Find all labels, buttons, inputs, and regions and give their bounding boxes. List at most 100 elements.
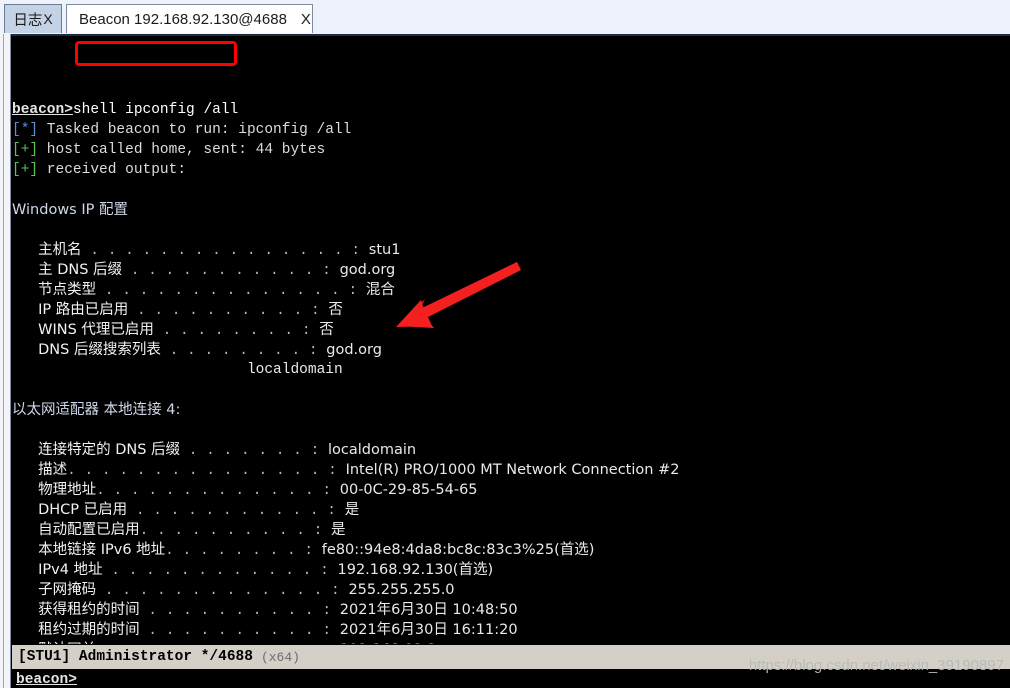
console-line: 连接特定的 DNS 后缀 . . . . . . . : localdomain — [12, 440, 1010, 460]
console-frame: beacon>shell ipconfig /all [*] Tasked bea… — [0, 34, 1010, 688]
session-status-bar: [STU1] Administrator */4688 (x64) — [12, 644, 1010, 670]
console-field-value: 255.255.255.0 — [348, 582, 455, 598]
console-value: localdomain — [246, 362, 343, 378]
console-field-dots: . . . . . . . . . . . . . . . : — [67, 463, 346, 479]
console-field-value: 是 — [344, 502, 360, 518]
console-field-label: 主机名 — [38, 242, 82, 258]
console-line: [+] received output: — [12, 160, 1010, 180]
console-line: DHCP 已启用 . . . . . . . . . . . : 是 — [12, 500, 1010, 520]
console-field-label: IP 路由已启用 — [38, 302, 129, 318]
console-info-tag: [*] — [12, 122, 39, 138]
console-indent — [12, 603, 38, 619]
tab-beacon-close-icon[interactable]: X — [301, 11, 311, 28]
console-indent — [12, 483, 38, 499]
console-field-value: 2021年6月30日 16:11:20 — [339, 622, 518, 638]
console-field-dots: . . . . . . . . . . . . . . : — [96, 283, 366, 299]
console-indent — [12, 523, 38, 539]
console-indent — [12, 283, 38, 299]
console-field-label: 获得租约的时间 — [38, 602, 140, 618]
tab-log-label: 日志 — [13, 12, 43, 29]
console-prompt: beacon> — [12, 102, 73, 118]
console-field-label: 自动配置已启用 — [38, 522, 140, 538]
console-field-value: localdomain — [327, 442, 417, 458]
console-line: 物理地址. . . . . . . . . . . . . : 00-0C-29… — [12, 480, 1010, 500]
console-line: 子网掩码 . . . . . . . . . . . . . : 255.255… — [12, 580, 1010, 600]
console-indent — [12, 503, 38, 519]
console-field-dots: . . . . . . . . . . . : — [122, 263, 340, 279]
console-field-value: 混合 — [365, 282, 395, 298]
console-field-label: 描述 — [38, 462, 68, 478]
console-field-dots: . . . . . . . . . . . . . . . : — [81, 243, 369, 259]
console-field-dots: . . . . . . . . . . . : — [127, 503, 345, 519]
console-field-label: 连接特定的 DNS 后缀 — [38, 442, 181, 458]
session-arch-label: (x64) — [260, 649, 300, 665]
console-line: beacon>shell ipconfig /all — [12, 100, 1010, 120]
tab-beacon-label: Beacon 192.168.92.130@4688 — [79, 10, 287, 28]
console-field-dots: . . . . . . . . . . : — [139, 603, 340, 619]
console-field-label: IPv4 地址 — [38, 562, 103, 578]
console-line: 本地链接 IPv6 地址. . . . . . . . : fe80::94e8… — [12, 540, 1010, 560]
console-indent — [12, 463, 38, 479]
session-label: [STU1] Administrator */4688 — [18, 649, 253, 665]
console-field-dots: . . . . . . . . . . . . . : — [96, 483, 340, 499]
console-indent — [12, 362, 247, 378]
console-line: 描述. . . . . . . . . . . . . . . : Intel(… — [12, 460, 1010, 480]
console-line: 租约过期的时间 . . . . . . . . . . : 2021年6月30日… — [12, 620, 1010, 640]
console-line: [+] host called home, sent: 44 bytes — [12, 140, 1010, 160]
console-line: 获得租约的时间 . . . . . . . . . . : 2021年6月30日… — [12, 600, 1010, 620]
console-field-value: fe80::94e8:4da8:bc8c:83c3%25(首选) — [321, 542, 595, 558]
console-line-text: received output: — [38, 162, 187, 178]
console-indent — [12, 263, 38, 279]
console-field-label: DNS 后缀搜索列表 — [38, 342, 161, 358]
tab-beacon[interactable]: Beacon 192.168.92.130@4688 X — [66, 4, 313, 33]
console-field-dots: . . . . . . . . : — [153, 323, 320, 339]
console-line-text: host called home, sent: 44 bytes — [38, 142, 326, 158]
console-field-value: 是 — [331, 522, 346, 538]
console-left-gutter-line — [3, 34, 4, 688]
console-field-label: 本地链接 IPv6 地址 — [38, 542, 166, 558]
console-field-value: 否 — [319, 322, 334, 338]
console-field-dots: . . . . . . . . . . . . : — [102, 563, 338, 579]
console-field-label: WINS 代理已启用 — [38, 322, 154, 338]
console-section-heading: Windows IP 配置 — [12, 202, 128, 218]
console-field-label: 主 DNS 后缀 — [38, 262, 123, 278]
console-field-value: 否 — [328, 302, 343, 318]
console-indent — [12, 563, 38, 579]
console-line: [*] Tasked beacon to run: ipconfig /all — [12, 120, 1010, 140]
console-section-heading: 以太网适配器 本地连接 4: — [12, 402, 181, 418]
console-field-dots: . . . . . . . . : — [165, 543, 322, 559]
console-field-label: 子网掩码 — [38, 582, 97, 598]
console-line: 节点类型 . . . . . . . . . . . . . . : 混合 — [12, 280, 1010, 300]
console-line: DNS 后缀搜索列表 . . . . . . . . : god.org — [12, 340, 1010, 360]
console-indent — [12, 343, 38, 359]
console-typed-command: shell ipconfig /all — [72, 102, 239, 118]
console-field-dots: . . . . . . . : — [180, 443, 328, 459]
console-field-dots: . . . . . . . . . . : — [139, 523, 332, 539]
console-field-label: 租约过期的时间 — [38, 622, 140, 638]
console-input-row[interactable]: beacon> — [12, 671, 1010, 688]
console-indent — [12, 323, 38, 339]
tab-bar: 日志 X Beacon 192.168.92.130@4688 X — [0, 0, 1010, 34]
console-field-label: 节点类型 — [38, 282, 97, 298]
console-line: 主机名 . . . . . . . . . . . . . . . : stu1 — [12, 240, 1010, 260]
tab-log-close-icon[interactable]: X — [43, 11, 52, 27]
console-success-tag: [+] — [12, 162, 39, 178]
console-line-text: Tasked beacon to run: ipconfig /all — [38, 122, 352, 138]
console-field-value: 00-0C-29-85-54-65 — [339, 482, 478, 498]
console-indent — [12, 623, 38, 639]
console-line: IP 路由已启用 . . . . . . . . . . : 否 — [12, 300, 1010, 320]
console-indent — [12, 443, 38, 459]
console-line: 以太网适配器 本地连接 4: — [12, 400, 1010, 420]
console-field-label: 物理地址 — [38, 482, 97, 498]
console-indent — [12, 583, 38, 599]
console-indent — [12, 243, 38, 259]
console-output[interactable]: beacon>shell ipconfig /all [*] Tasked bea… — [12, 36, 1010, 644]
console-field-value: stu1 — [368, 242, 401, 258]
console-field-label: DHCP 已启用 — [38, 502, 128, 518]
console-indent — [12, 543, 38, 559]
console-line: WINS 代理已启用 . . . . . . . . : 否 — [12, 320, 1010, 340]
console-field-value: 2021年6月30日 10:48:50 — [339, 602, 518, 618]
tab-log[interactable]: 日志 X — [4, 4, 62, 33]
